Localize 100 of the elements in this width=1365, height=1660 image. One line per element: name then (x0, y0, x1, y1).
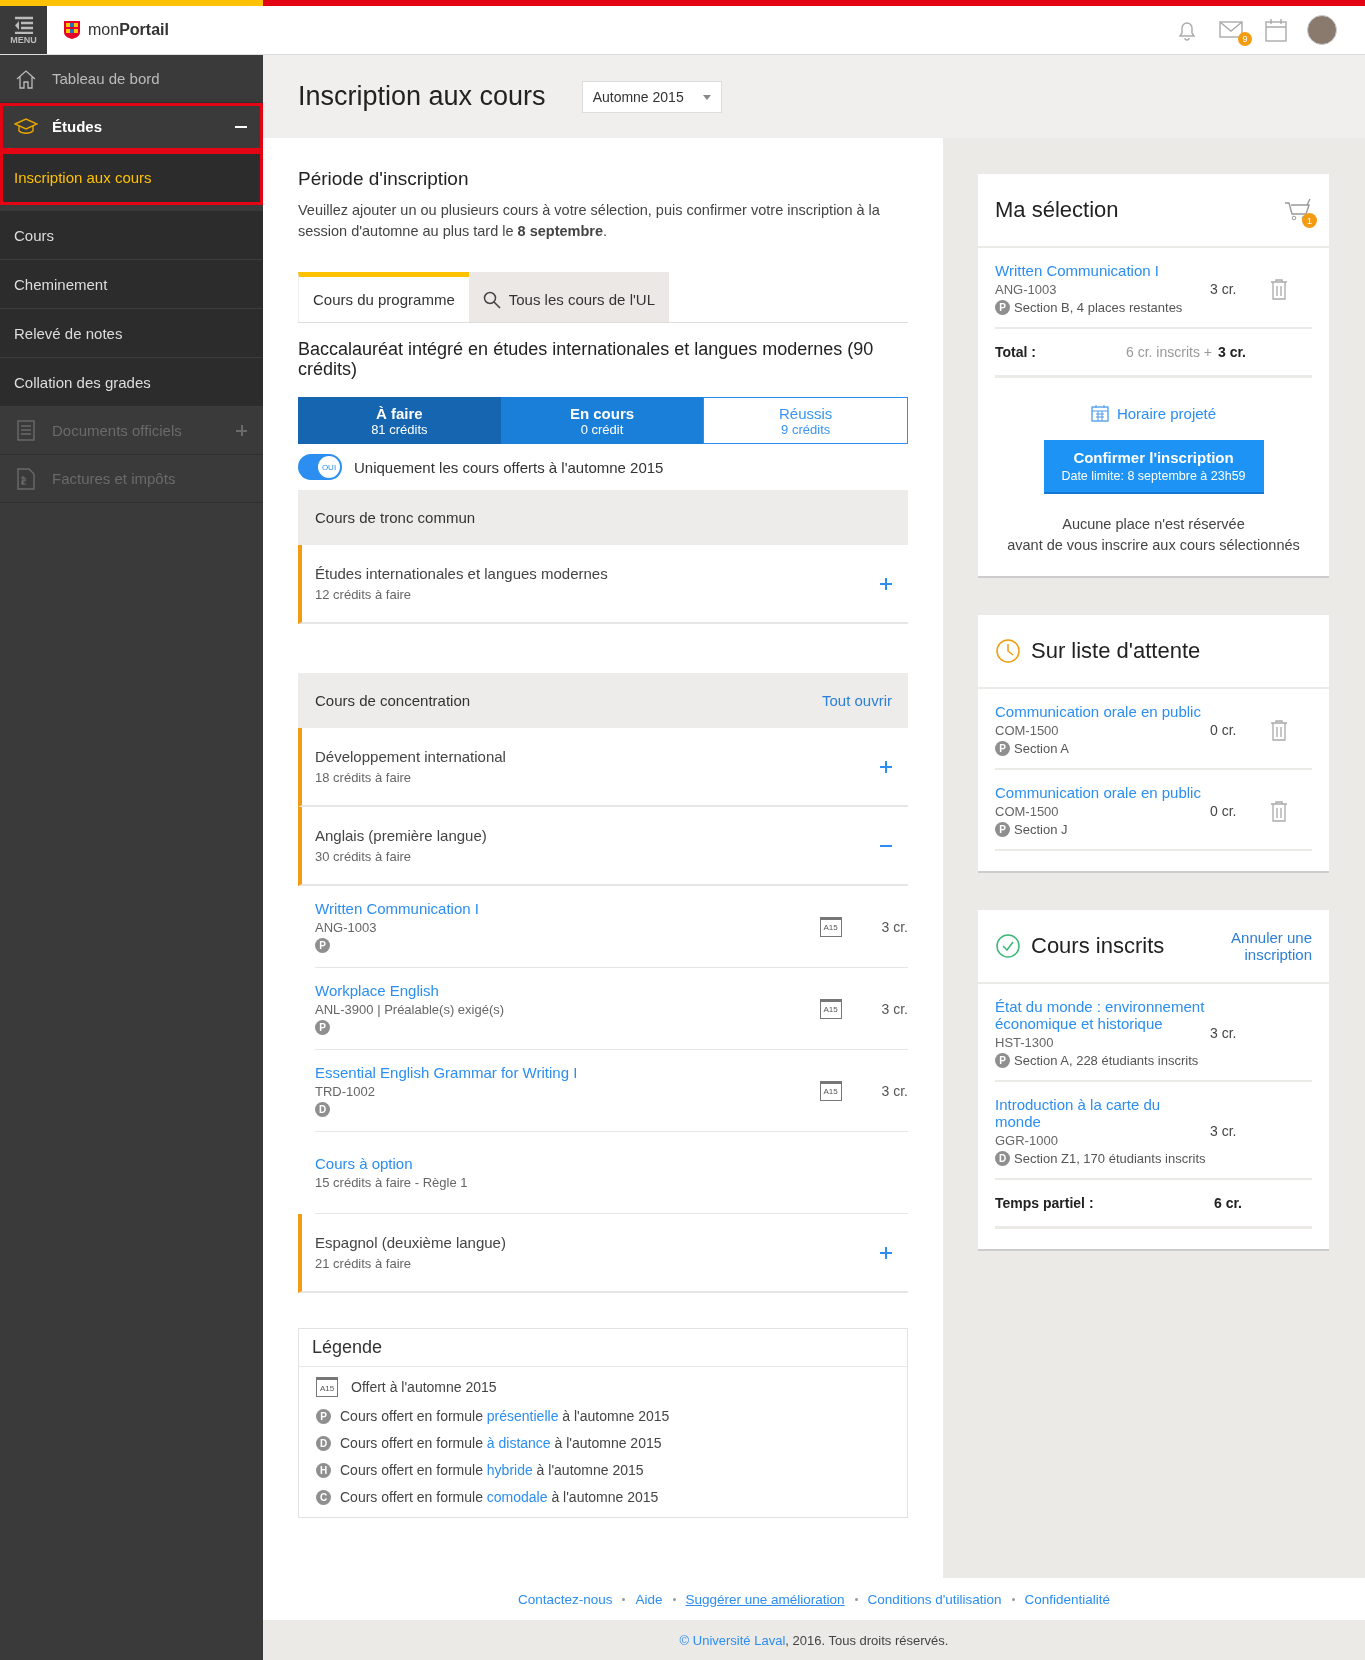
mode-badge: D (316, 1435, 331, 1451)
credit-segment[interactable]: En cours 0 crédit (500, 397, 704, 444)
program-title: Baccalauréat intégré en études internationales et langues modernes (90 crédits) (298, 339, 875, 379)
course-link[interactable]: Communication orale en public (995, 784, 1201, 801)
course-code: GGR-1000 (995, 1133, 1058, 1148)
course-link[interactable]: Workplace English (315, 982, 439, 999)
trash-icon[interactable] (1270, 799, 1288, 822)
credits-text: 30 crédits à faire (315, 849, 413, 864)
course-group[interactable]: Études internationales et langues modernes 12 crédits à faire (298, 545, 908, 624)
credits: 3 cr. (1210, 1123, 1238, 1139)
mode-badge: D (315, 1102, 330, 1117)
credits: 3 cr. (1210, 280, 1238, 297)
mode-badge: P (995, 1053, 1010, 1068)
calendar-icon: A15 (819, 998, 842, 1019)
course-link[interactable]: Introduction à la carte du monde (995, 1096, 1210, 1130)
section-text: Section A (1014, 741, 1069, 756)
course-code: TRD-1002 (315, 1084, 375, 1099)
credits-text: 12 crédits à faire (315, 587, 413, 602)
clock-icon (995, 638, 1021, 664)
mode-badge: P (995, 741, 1010, 756)
total-value: 6 cr. (1213, 1195, 1242, 1211)
total-value: 3 cr. (1217, 344, 1246, 360)
page-title: Inscription aux cours (298, 81, 546, 112)
expand-all-link[interactable]: Tout ouvrir (821, 692, 892, 709)
legend-text: Cours offert en formule hybride à l'automne 2015 (340, 1462, 644, 1478)
avatar[interactable] (1307, 15, 1337, 45)
sidebar-subitem[interactable]: Relevé de notes (0, 309, 263, 358)
card-title: Sur liste d'attente (1031, 638, 1202, 664)
calendar-icon (1090, 404, 1109, 422)
course-link[interactable]: Communication orale en public (995, 703, 1201, 720)
section-heading: Période d'inscription (298, 168, 470, 190)
sidebar-subitem[interactable]: Cheminement (0, 260, 263, 309)
section-text: Section Z1, 170 étudiants inscrits (1014, 1151, 1206, 1166)
menu-button[interactable]: MENU (0, 6, 47, 54)
legend-link[interactable]: comodale (486, 1489, 548, 1505)
credits: 3 cr. (881, 918, 908, 935)
calendar-icon: A15 (316, 1377, 338, 1397)
mode-badge: H (316, 1462, 331, 1478)
course-code: COM-1500 (995, 804, 1059, 819)
mode-badge: P (995, 822, 1010, 837)
notification-badge: 9 (1238, 32, 1252, 46)
logo-text[interactable]: monPortail (88, 21, 169, 39)
course-link[interactable]: Written Communication I (315, 900, 479, 917)
calendar-icon: A15 (819, 916, 842, 937)
credits-text: 18 crédits à faire (315, 770, 413, 785)
mode-badge: P (315, 938, 330, 953)
legend-title: Légende (299, 1329, 907, 1367)
trash-icon[interactable] (1270, 718, 1288, 741)
course-group[interactable]: Développement international 18 crédits à faire (298, 728, 908, 807)
legend-link[interactable]: hybride (486, 1462, 533, 1478)
collapse-icon[interactable] (235, 125, 247, 128)
course-group[interactable]: Anglais (première langue) 30 crédits à faire (298, 807, 908, 886)
course-link[interactable]: Cours à option (315, 1155, 413, 1172)
sidebar-subitem[interactable]: Collation des grades (0, 358, 263, 407)
trash-icon[interactable] (1270, 277, 1288, 300)
course-link[interactable]: Essential English Grammar for Writing I (315, 1064, 578, 1081)
session-select[interactable]: Automne 2015 (581, 80, 722, 113)
card-title: Cours inscrits (1031, 933, 1166, 959)
schedule-link[interactable]: Horaire projeté (995, 404, 1312, 422)
calendar-icon[interactable] (1265, 18, 1287, 42)
footer-link[interactable]: Suggérer une amélioration (685, 1591, 845, 1607)
legend-text: Cours offert en formule comodale à l'automne 2015 (340, 1489, 659, 1505)
course-link[interactable]: Written Communication I (995, 262, 1159, 279)
footer-link[interactable]: Confidentialité (1024, 1591, 1111, 1607)
sidebar-subitem[interactable]: Inscription aux cours (0, 151, 263, 205)
group-name: Études internationales et langues modernes (315, 565, 609, 582)
course-link[interactable]: État du monde : environnement économique et historique (995, 998, 1210, 1032)
section-text: Section A, 228 étudiants inscrits (1014, 1053, 1199, 1068)
sidebar-subitem[interactable]: Cours (0, 211, 263, 260)
legend-link[interactable]: présentielle (486, 1408, 559, 1424)
confirm-button[interactable]: Confirmer l'inscription Date limite: 8 septembre à 23h59 (1043, 440, 1264, 494)
course-group[interactable]: Espagnol (deuxième langue) 21 crédits à faire (298, 1214, 908, 1293)
card-title: Ma sélection (995, 197, 1120, 223)
group-name: Anglais (première langue) (315, 827, 488, 844)
credits: 3 cr. (881, 1000, 908, 1017)
legend-text: Offert à l'automne 2015 (351, 1379, 497, 1395)
cart-icon[interactable] (1284, 198, 1312, 222)
mode-badge: P (316, 1408, 331, 1424)
credits: 0 cr. (1210, 721, 1238, 738)
course-code: COM-1500 (995, 723, 1059, 738)
course-code: HST-1300 (995, 1035, 1054, 1050)
course-code: ANL-3900 | Préalable(s) exigé(s) (315, 1002, 505, 1017)
footer-link[interactable]: Contactez-nous (517, 1591, 613, 1607)
sidebar-item[interactable]: Études (0, 103, 263, 151)
tab[interactable]: Tous les cours de l'UL (468, 272, 669, 322)
legend-text: Cours offert en formule à distance à l'automne 2015 (340, 1435, 662, 1451)
toggle-switch[interactable]: OUI (298, 454, 342, 480)
tab[interactable]: Cours du programme (298, 272, 469, 322)
copyright-text: © Université Laval, 2016. Tous droits réservés. (678, 1631, 950, 1650)
section-text: Section B, 4 places restantes (1014, 300, 1183, 315)
legend-link[interactable]: à distance (486, 1435, 551, 1451)
mode-badge: C (316, 1489, 331, 1505)
credit-segment[interactable]: À faire 81 crédits (298, 397, 501, 444)
footer-link[interactable]: Conditions d'utilisation (867, 1591, 1002, 1607)
course-code: ANG-1003 (995, 282, 1057, 297)
mail-icon[interactable] (1219, 20, 1245, 40)
footer-link[interactable]: Aide (635, 1591, 663, 1607)
enrolled-credits: 6 cr. inscrits + (1126, 344, 1212, 360)
credit-segment[interactable]: Réussis 9 crédits (703, 397, 908, 444)
cancel-link[interactable]: Annuler une inscription (1222, 929, 1312, 963)
